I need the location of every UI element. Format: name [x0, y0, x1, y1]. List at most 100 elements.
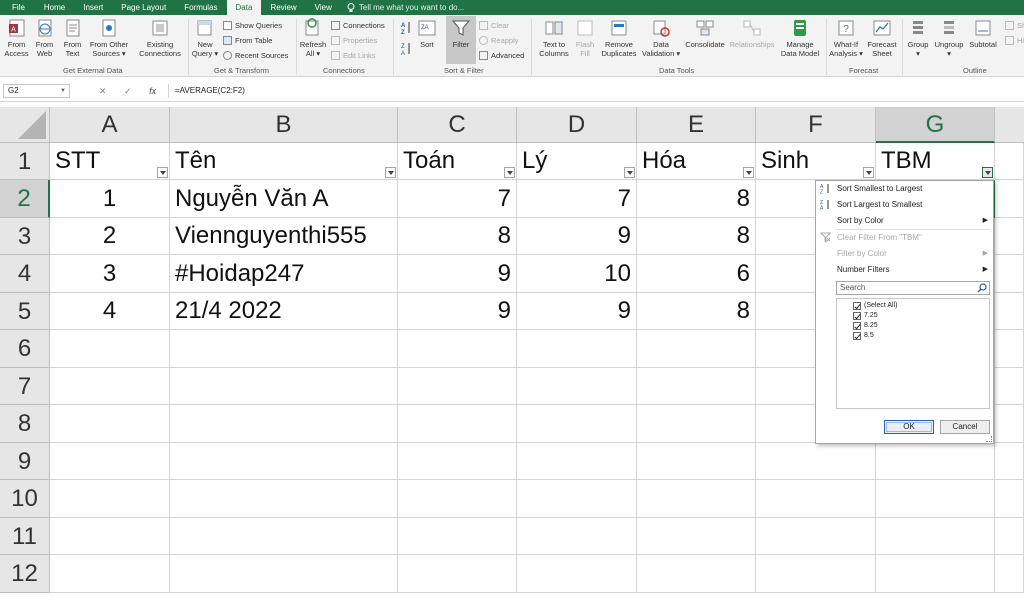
cell-f12[interactable] — [756, 555, 876, 593]
cell-c12[interactable] — [398, 555, 517, 593]
cell-h9[interactable] — [995, 443, 1024, 480]
filter-dropdown-button-b[interactable] — [385, 167, 396, 178]
column-header-a[interactable]: A — [50, 107, 170, 143]
cell-a2[interactable]: 1 — [50, 180, 170, 218]
row-header[interactable]: 9 — [0, 443, 50, 480]
row-header[interactable]: 1 — [0, 143, 50, 180]
cell-e3[interactable]: 8 — [637, 218, 756, 255]
column-header-d[interactable]: D — [517, 107, 637, 143]
row-header[interactable]: 7 — [0, 368, 50, 405]
cell-a3[interactable]: 2 — [50, 218, 170, 255]
cell-e1[interactable]: Hóa — [637, 143, 756, 180]
cell-e4[interactable]: 6 — [637, 255, 756, 293]
cell-d9[interactable] — [517, 443, 637, 480]
connections-button[interactable]: Connections — [331, 20, 385, 31]
filter-search-input[interactable]: Search — [836, 281, 990, 295]
filter-dropdown-button-c[interactable] — [504, 167, 515, 178]
cell-a5[interactable]: 4 — [50, 293, 170, 330]
cell-h4[interactable] — [995, 255, 1024, 293]
edit-links-button[interactable]: Edit Links — [331, 50, 376, 61]
show-detail-button[interactable]: Sh — [1005, 20, 1024, 31]
cell-c9[interactable] — [398, 443, 517, 480]
tab-home[interactable]: Home — [35, 0, 74, 15]
column-header-c[interactable]: C — [398, 107, 517, 143]
existing-connections-button[interactable]: Existing Connections — [137, 18, 183, 58]
cell-e7[interactable] — [637, 368, 756, 405]
filter-dropdown-button-f[interactable] — [863, 167, 874, 178]
sort-az-button[interactable]: AZ — [401, 21, 411, 35]
cell-c5[interactable]: 9 — [398, 293, 517, 330]
from-other-sources-button[interactable]: From Other Sources ▾ — [87, 18, 131, 58]
tell-me-box[interactable]: Tell me what you want to do... — [347, 2, 464, 13]
filter-by-color-item[interactable]: Filter by Color ▶ — [816, 246, 993, 261]
row-header[interactable]: 2 — [0, 180, 50, 218]
checkbox-checked-icon[interactable] — [853, 312, 861, 320]
cell-e5[interactable]: 8 — [637, 293, 756, 330]
cell-g1[interactable]: TBM — [876, 143, 995, 180]
cell-d10[interactable] — [517, 480, 637, 518]
row-header[interactable]: 12 — [0, 555, 50, 593]
filter-dropdown-button-a[interactable] — [157, 167, 168, 178]
cell-c11[interactable] — [398, 518, 517, 555]
cell-d8[interactable] — [517, 405, 637, 443]
advanced-button[interactable]: Advanced — [479, 50, 524, 61]
data-validation-button[interactable]: Data Validation ▾ — [640, 18, 682, 58]
cell-e9[interactable] — [637, 443, 756, 480]
refresh-all-button[interactable]: Refresh All ▾ — [299, 18, 327, 58]
cell-b9[interactable] — [170, 443, 398, 480]
tab-formulas[interactable]: Formulas — [175, 0, 226, 15]
manage-data-model-button[interactable]: Manage Data Model — [779, 18, 821, 58]
cell-a10[interactable] — [50, 480, 170, 518]
cell-g11[interactable] — [876, 518, 995, 555]
cell-f9[interactable] — [756, 443, 876, 480]
cancel-icon[interactable]: ✕ — [99, 86, 107, 97]
cell-e11[interactable] — [637, 518, 756, 555]
subtotal-button[interactable]: Subtotal — [967, 18, 999, 49]
filter-button[interactable]: Filter — [446, 16, 476, 64]
group-button[interactable]: Group ▾ — [905, 18, 931, 58]
remove-duplicates-button[interactable]: Remove Duplicates — [599, 18, 639, 58]
text-to-columns-button[interactable]: Text to Columns — [535, 18, 573, 58]
cell-b7[interactable] — [170, 368, 398, 405]
list-item[interactable]: 8.5 — [853, 331, 874, 341]
cell-b12[interactable] — [170, 555, 398, 593]
cell-d2[interactable]: 7 — [517, 180, 637, 218]
cell-b10[interactable] — [170, 480, 398, 518]
checkbox-checked-icon[interactable] — [853, 322, 861, 330]
cell-a9[interactable] — [50, 443, 170, 480]
tab-insert[interactable]: Insert — [74, 0, 112, 15]
cell-b3[interactable]: Viennguyenthi555 — [170, 218, 398, 255]
new-query-button[interactable]: New Query ▾ — [191, 18, 219, 58]
cell-d11[interactable] — [517, 518, 637, 555]
list-item[interactable]: 7.25 — [853, 311, 878, 321]
cell-b6[interactable] — [170, 330, 398, 368]
cell-b1[interactable]: Tên — [170, 143, 398, 180]
cell-h7[interactable] — [995, 368, 1024, 405]
cell-c8[interactable] — [398, 405, 517, 443]
row-header[interactable]: 3 — [0, 218, 50, 255]
what-if-analysis-button[interactable]: ? What-If Analysis ▾ — [829, 18, 863, 58]
cell-c6[interactable] — [398, 330, 517, 368]
column-header-g[interactable]: G — [876, 107, 995, 143]
cell-g12[interactable] — [876, 555, 995, 593]
clear-filter-item[interactable]: Clear Filter From "TBM" — [816, 230, 993, 245]
cell-h12[interactable] — [995, 555, 1024, 593]
sort-descending-item[interactable]: ZA Sort Largest to Smallest — [816, 197, 993, 212]
row-header[interactable]: 8 — [0, 405, 50, 443]
cell-b11[interactable] — [170, 518, 398, 555]
from-access-button[interactable]: A From Access — [3, 18, 30, 58]
cell-a6[interactable] — [50, 330, 170, 368]
cell-d3[interactable]: 9 — [517, 218, 637, 255]
cell-c2[interactable]: 7 — [398, 180, 517, 218]
row-header[interactable]: 10 — [0, 480, 50, 518]
cell-d7[interactable] — [517, 368, 637, 405]
filter-dropdown-button-g[interactable] — [982, 167, 993, 178]
checkbox-checked-icon[interactable] — [853, 332, 861, 340]
cell-c7[interactable] — [398, 368, 517, 405]
filter-dropdown-button-d[interactable] — [624, 167, 635, 178]
cell-e8[interactable] — [637, 405, 756, 443]
number-filters-item[interactable]: Number Filters ▶ — [816, 262, 993, 277]
cell-a12[interactable] — [50, 555, 170, 593]
show-queries-button[interactable]: Show Queries — [223, 20, 282, 31]
cancel-button[interactable]: Cancel — [940, 420, 990, 434]
